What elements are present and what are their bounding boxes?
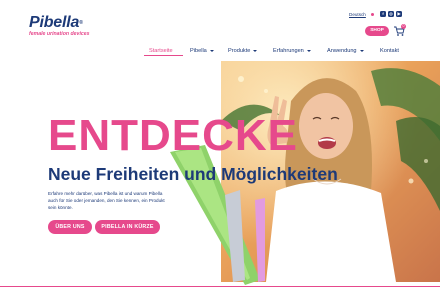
section-divider bbox=[0, 286, 440, 287]
active-nav-indicator bbox=[144, 55, 183, 56]
shop-button[interactable]: SHOP bbox=[365, 26, 389, 36]
hero-headline: ENTDECKE bbox=[48, 111, 299, 160]
logo-tagline: female urination devices bbox=[29, 31, 90, 37]
nav-item-kontakt[interactable]: Kontakt bbox=[380, 46, 399, 56]
instagram-icon[interactable]: ◎ bbox=[388, 11, 394, 17]
facebook-icon[interactable]: f bbox=[380, 11, 386, 17]
product-tubes-image bbox=[170, 145, 265, 285]
language-flag-icon bbox=[371, 13, 374, 16]
registered-mark: ® bbox=[79, 20, 83, 26]
nav-item-produkte[interactable]: Produkte bbox=[228, 46, 258, 56]
nav-item-anwendung[interactable]: Anwendung bbox=[327, 46, 364, 56]
logo[interactable]: Pibella® female urination devices bbox=[29, 14, 90, 37]
pibella-in-kuerze-button[interactable]: PIBELLA IN KÜRZE bbox=[95, 220, 160, 234]
cart-count-badge: 0 bbox=[401, 24, 406, 29]
nav-item-erfahrungen[interactable]: Erfahrungen bbox=[273, 46, 311, 56]
chevron-down-icon bbox=[253, 49, 258, 52]
chevron-down-icon bbox=[306, 49, 311, 52]
logo-name: Pibella bbox=[29, 14, 80, 31]
hero-intro-text: Erfahre mehr darüber, was Pibella ist un… bbox=[48, 191, 165, 210]
chevron-down-icon bbox=[359, 49, 364, 52]
hero-subheadline: Neue Freiheiten und Möglichkeiten bbox=[48, 164, 338, 184]
ueber-uns-button[interactable]: ÜBER UNS bbox=[48, 220, 92, 234]
chevron-down-icon bbox=[209, 49, 214, 52]
youtube-icon[interactable]: ▶ bbox=[396, 11, 402, 17]
nav-item-pibella[interactable]: Pibella bbox=[190, 46, 214, 56]
language-link[interactable]: Deutsch bbox=[349, 12, 366, 17]
